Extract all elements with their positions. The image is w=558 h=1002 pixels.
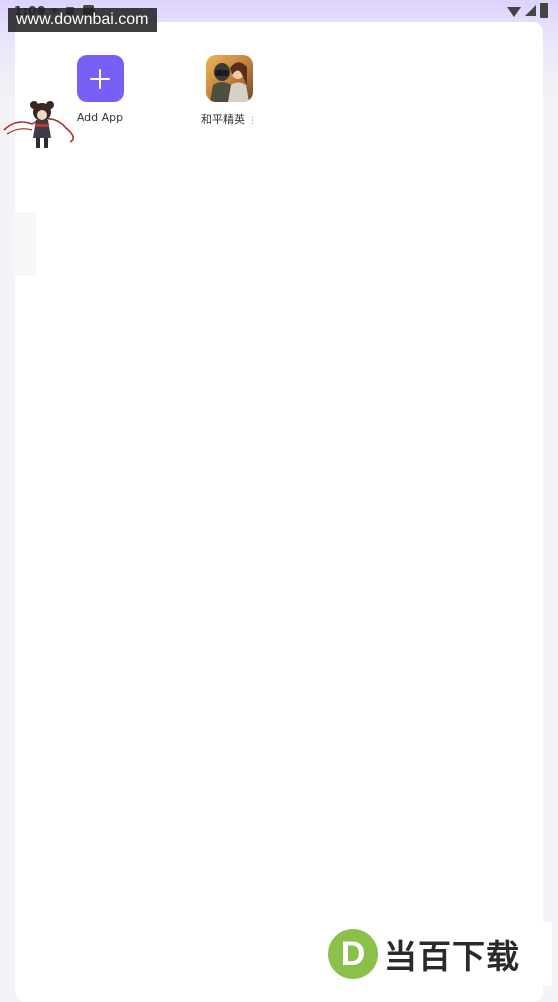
- game-icon[interactable]: [205, 55, 253, 102]
- side-drawer-tab[interactable]: [12, 212, 36, 276]
- logo-d-icon: D: [328, 929, 378, 979]
- logo-watermark: D 当百下载: [322, 922, 552, 986]
- battery-icon: [540, 3, 548, 18]
- logo-text: 当百下载: [384, 937, 520, 976]
- plus-icon: [89, 68, 111, 90]
- watermark-url: www.downbai.com: [8, 8, 157, 32]
- signal-icon: [525, 5, 536, 16]
- add-app-icon-bg[interactable]: [76, 55, 124, 102]
- app-grid-card: Add App 和平精英 ⋮: [15, 22, 543, 1002]
- game-label: 和平精英: [201, 113, 245, 126]
- wifi-icon: [507, 6, 521, 17]
- game-label-row: 和平精英 ⋮: [184, 111, 274, 127]
- mascot-sticker: [3, 101, 74, 148]
- status-right-icons: [507, 3, 548, 18]
- more-menu-icon[interactable]: ⋮: [248, 116, 257, 126]
- app-item-game[interactable]: 和平精英 ⋮: [184, 55, 274, 127]
